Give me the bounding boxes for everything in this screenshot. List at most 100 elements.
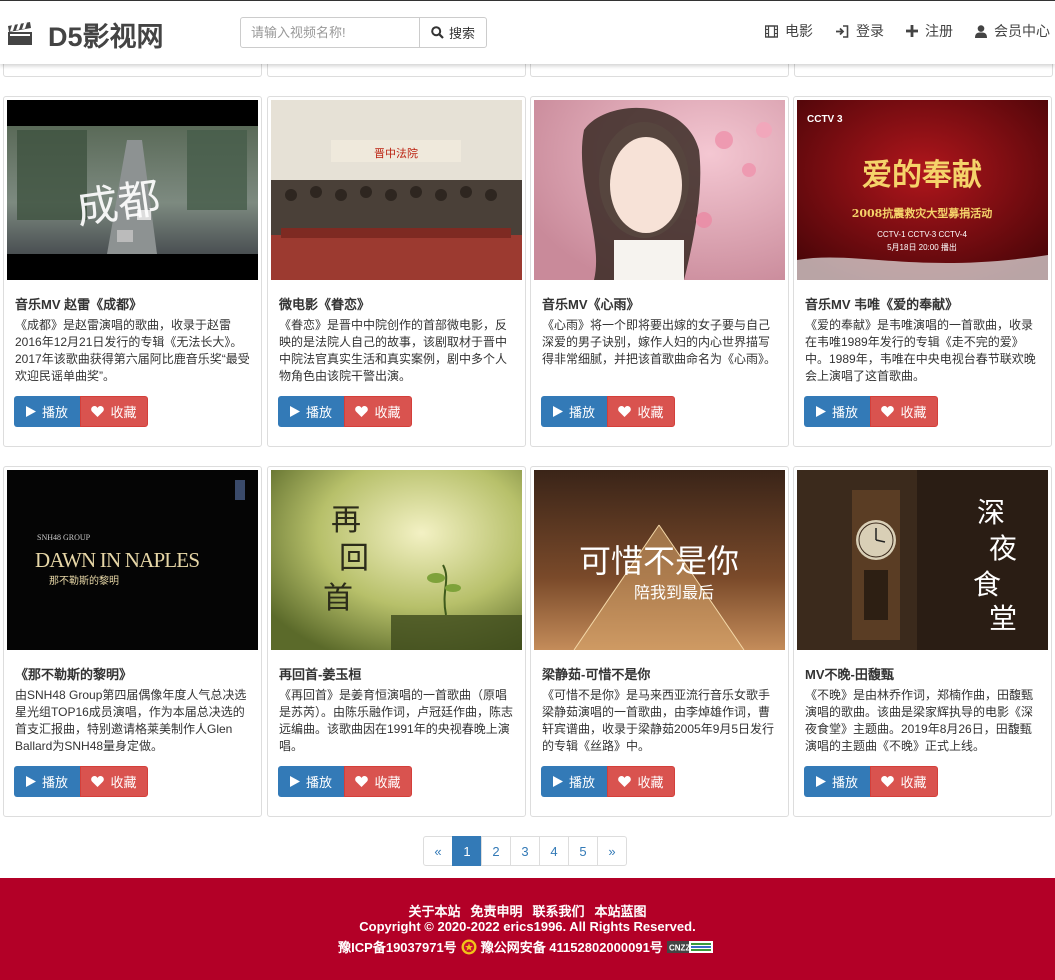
favorite-button[interactable]: 收藏 [344,766,412,797]
video-thumbnail[interactable]: SNH48 GROUP DAWN IN NAPLES 那不勒斯的黎明 [7,470,258,650]
video-title[interactable]: 音乐MV 韦唯《爱的奉献》 [805,294,958,313]
favorite-button[interactable]: 收藏 [344,396,412,427]
previous-card-edge [267,63,526,77]
video-card: 晋中法院 微电影《眷恋》 《眷恋》是晋中中院创作的首部微电影，反映的是法院人自己… [267,96,526,447]
favorite-button[interactable]: 收藏 [80,766,148,797]
search-input[interactable] [240,17,420,48]
pagination: « 1 2 3 4 5 » [423,836,627,866]
video-thumbnail[interactable]: CCTV 3 爱的奉献 2008抗震救灾大型募捐活动 CCTV-1 CCTV-3… [797,100,1048,280]
favorite-button[interactable]: 收藏 [607,766,675,797]
brand[interactable]: D5影视网 [6,15,164,54]
play-button[interactable]: 播放 [541,396,607,427]
page-5[interactable]: 5 [568,836,598,866]
play-button[interactable]: 播放 [14,396,80,427]
video-title[interactable]: 《那不勒斯的黎明》 [15,664,132,683]
video-card: 再 回 首 再回首-姜玉桓 《再回首》是姜育恒演唱的一首歌曲（原唱是苏芮）。由陈… [267,466,526,817]
thumbnail-char-1: 再 [331,503,361,538]
film-icon [765,24,778,38]
heart-icon [618,406,632,417]
play-button[interactable]: 播放 [278,766,344,797]
footer-link-about[interactable]: 关于本站 [408,901,460,920]
video-description: 由SNH48 Group第四届偶像年度人气总决选星光组TOP16成员演唱，作为本… [15,688,247,753]
heart-icon [355,776,369,787]
play-icon [552,776,563,787]
video-thumbnail[interactable] [534,100,785,280]
video-title[interactable]: 再回首-姜玉桓 [279,664,361,683]
thumbnail-title-text: 可惜不是你 [579,542,739,580]
play-button-label: 播放 [305,405,332,420]
thumbnail-logo-text: SNH48 GROUP [37,533,91,542]
video-title[interactable]: 音乐MV《心雨》 [542,294,640,313]
search-button[interactable]: 搜索 [419,17,487,48]
nav-login-label: 登录 [856,23,884,39]
page-2[interactable]: 2 [481,836,511,866]
login-icon [836,24,849,38]
video-title[interactable]: MV不晚-田馥甄 [805,664,894,683]
favorite-button[interactable]: 收藏 [870,766,938,797]
cnzz-stats-icon: CNZZ [666,940,713,953]
heart-icon [91,406,105,417]
video-title[interactable]: 梁静茹-可惜不是你 [542,664,650,683]
police-record-number[interactable]: 豫公网安备 41152802000091号 [481,937,663,956]
video-thumbnail[interactable]: 成都 [7,100,258,280]
video-description: 《心雨》将一个即将要出嫁的女子要与自己深爱的男子诀别，嫁作人妇的内心世界描写得非… [542,318,777,366]
video-card: CCTV 3 爱的奉献 2008抗震救灾大型募捐活动 CCTV-1 CCTV-3… [793,96,1052,447]
thumbnail-logo-text: CCTV 3 [807,114,843,125]
video-description: 《不晚》是由林乔作词，郑楠作曲，田馥甄演唱的歌曲。该曲是梁家辉执导的电影《深夜食… [805,688,1034,753]
play-button[interactable]: 播放 [804,766,870,797]
video-card: SNH48 GROUP DAWN IN NAPLES 那不勒斯的黎明 《那不勒斯… [3,466,262,817]
nav-register[interactable]: 注册 [906,21,953,41]
icp-number[interactable]: 豫ICP备19037971号 [338,937,457,956]
previous-row-edges [3,63,1053,77]
footer-link-contact[interactable]: 联系我们 [533,901,585,920]
play-button[interactable]: 播放 [278,396,344,427]
play-button[interactable]: 播放 [541,766,607,797]
video-title[interactable]: 微电影《眷恋》 [279,294,370,313]
search-button-label: 搜索 [448,26,475,41]
plus-icon [906,25,918,37]
thumbnail-title-text: DAWN IN NAPLES [35,548,200,572]
nav-member-center[interactable]: 会员中心 [975,21,1050,41]
page-4[interactable]: 4 [539,836,569,866]
heart-icon [355,406,369,417]
page-next[interactable]: » [597,836,627,866]
heart-icon [91,776,105,787]
thumbnail-channels-text: CCTV-1 CCTV-3 CCTV-4 [877,230,967,239]
play-button[interactable]: 播放 [14,766,80,797]
video-description: 《爱的奉献》是韦唯演唱的一首歌曲，收录在韦唯1989年发行的专辑《走不完的爱》中… [805,318,1036,383]
previous-card-edge [530,63,789,77]
play-icon [815,406,826,417]
video-description: 《成都》是赵雷演唱的歌曲，收录于赵雷2016年12月21日发行的专辑《无法长大》… [15,318,250,383]
video-thumbnail[interactable]: 可惜不是你 陪我到最后 [534,470,785,650]
video-title[interactable]: 音乐MV 赵雷《成都》 [15,294,142,313]
video-description: 《再回首》是姜育恒演唱的一首歌曲（原唱是苏芮）。由陈乐融作词，卢冠廷作曲，陈志远… [279,688,514,753]
thumbnail-banner-text: 晋中法院 [374,146,418,160]
nav-login[interactable]: 登录 [835,21,884,41]
footer-registration: 豫ICP备19037971号 豫公网安备 41152802000091号 CNZ… [0,937,1055,956]
heart-icon [618,776,632,787]
thumbnail-char-2: 回 [339,541,369,576]
page-3[interactable]: 3 [510,836,540,866]
favorite-button-label: 收藏 [637,775,664,790]
play-button[interactable]: 播放 [804,396,870,427]
video-thumbnail[interactable]: 晋中法院 [271,100,522,280]
nav-member-center-label: 会员中心 [994,23,1050,39]
footer-link-sitemap[interactable]: 本站蓝图 [595,901,647,920]
favorite-button[interactable]: 收藏 [607,396,675,427]
favorite-button[interactable]: 收藏 [80,396,148,427]
video-thumbnail[interactable]: 再 回 首 [271,470,522,650]
play-icon [289,776,300,787]
play-button-label: 播放 [305,775,332,790]
video-thumbnail[interactable]: 深 夜 食 堂 [797,470,1048,650]
page-prev[interactable]: « [423,836,453,866]
nav-movies[interactable]: 电影 [765,21,813,41]
thumbnail-title-text: 爱的奉献 [862,158,982,193]
play-button-label: 播放 [41,405,68,420]
page-1[interactable]: 1 [452,836,482,866]
favorite-button[interactable]: 收藏 [870,396,938,427]
video-card: 可惜不是你 陪我到最后 梁静茹-可惜不是你 《可惜不是你》是马来西亚流行音乐女歌… [530,466,789,817]
footer-link-disclaimer[interactable]: 免责申明 [470,901,522,920]
svg-text:CNZZ: CNZZ [669,943,690,952]
favorite-button-label: 收藏 [374,775,401,790]
nav-menu: 电影 登录 注册 会员中心 [743,21,1050,41]
